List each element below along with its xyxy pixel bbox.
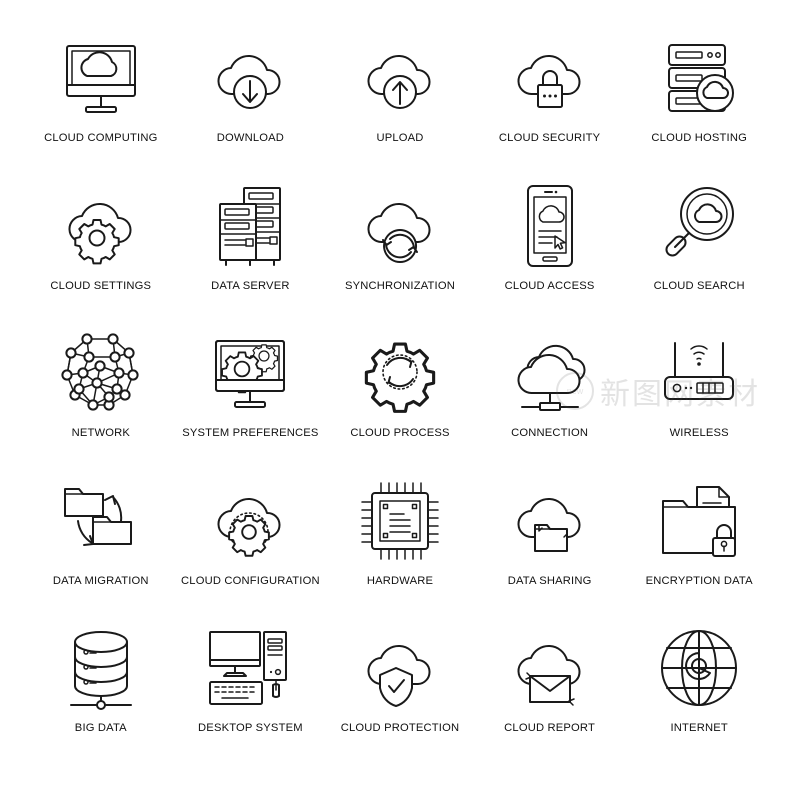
icon-label: DATA SERVER	[211, 279, 290, 292]
icon-cell-download[interactable]: DOWNLOAD	[176, 26, 326, 174]
icon-grid: CLOUD COMPUTING DOWNLOAD UPLOAD CLOUD SE…	[0, 0, 800, 800]
cloud-padlock-icon	[502, 30, 598, 126]
monitor-cloud-icon	[53, 30, 149, 126]
icon-cell-cloud-process[interactable]: CLOUD PROCESS	[325, 321, 475, 469]
icon-label: CONNECTION	[511, 427, 589, 440]
icon-cell-cloud-hosting[interactable]: CLOUD HOSTING	[624, 26, 774, 174]
icon-label: CLOUD ACCESS	[504, 279, 595, 292]
icon-label: DATA MIGRATION	[52, 574, 149, 587]
icon-cell-encryption-data[interactable]: ENCRYPTION DATA	[624, 469, 774, 617]
icon-cell-cloud-configuration[interactable]: CLOUD CONFIGURATION	[176, 469, 326, 617]
icon-cell-connection[interactable]: CONNECTION	[475, 321, 625, 469]
icon-label: CLOUD COMPUTING	[44, 132, 158, 144]
cloud-network-plug-icon	[502, 325, 598, 421]
icon-label: ENCRYPTION DATA	[645, 574, 753, 587]
cloud-envelope-icon	[502, 620, 598, 716]
desktop-tower-keyboard-icon	[202, 620, 298, 716]
icon-cell-cloud-search[interactable]: CLOUD SEARCH	[624, 174, 774, 322]
icon-cell-big-data[interactable]: BIG DATA	[26, 616, 176, 764]
icon-label: CLOUD CONFIGURATION	[181, 574, 320, 587]
smartphone-cloud-icon	[502, 178, 598, 274]
icon-cell-cloud-computing[interactable]: CLOUD COMPUTING	[26, 26, 176, 174]
icon-label: DOWNLOAD	[216, 132, 285, 144]
icon-cell-data-sharing[interactable]: DATA SHARING	[475, 469, 625, 617]
icon-label: CLOUD PROCESS	[350, 427, 450, 440]
server-rack-cloud-icon	[651, 30, 747, 126]
magnifier-cloud-icon	[651, 178, 747, 274]
cloud-shield-check-icon	[352, 620, 448, 716]
folders-transfer-icon	[53, 473, 149, 569]
icon-cell-data-server[interactable]: DATA SERVER	[176, 174, 326, 322]
cloud-download-arrow-icon	[202, 30, 298, 126]
icon-cell-cloud-settings[interactable]: CLOUD SETTINGS	[26, 174, 176, 322]
cpu-chip-icon	[352, 473, 448, 569]
network-nodes-sphere-icon	[53, 325, 149, 421]
icon-cell-cloud-protection[interactable]: CLOUD PROTECTION	[325, 616, 475, 764]
cloud-gear-icon	[53, 178, 149, 274]
icon-cell-system-preferences[interactable]: SYSTEM PREFERENCES	[176, 321, 326, 469]
icon-label: CLOUD HOSTING	[651, 132, 747, 144]
icon-cell-wireless[interactable]: WIRELESS	[624, 321, 774, 469]
wifi-router-icon	[651, 325, 747, 421]
icon-label: CLOUD REPORT	[504, 722, 596, 735]
icon-label: CLOUD SETTINGS	[50, 279, 152, 292]
icon-label: DESKTOP SYSTEM	[198, 722, 303, 735]
icon-label: CLOUD SEARCH	[653, 279, 745, 292]
icon-cell-synchronization[interactable]: SYNCHRONIZATION	[325, 174, 475, 322]
icon-cell-cloud-security[interactable]: CLOUD SECURITY	[475, 26, 625, 174]
icon-cell-internet[interactable]: INTERNET	[624, 616, 774, 764]
icon-label: CLOUD PROTECTION	[340, 722, 460, 735]
icon-cell-data-migration[interactable]: DATA MIGRATION	[26, 469, 176, 617]
cloud-upload-arrow-icon	[352, 30, 448, 126]
database-stack-icon	[53, 620, 149, 716]
icon-label: SYNCHRONIZATION	[344, 279, 455, 292]
icon-cell-cloud-access[interactable]: CLOUD ACCESS	[475, 174, 625, 322]
gear-refresh-icon	[352, 325, 448, 421]
cloud-sync-arrows-icon	[352, 178, 448, 274]
folder-document-lock-icon	[651, 473, 747, 569]
icon-label: NETWORK	[71, 427, 131, 440]
cloud-folder-share-icon	[502, 473, 598, 569]
icon-cell-network[interactable]: NETWORK	[26, 321, 176, 469]
icon-label: SYSTEM PREFERENCES	[182, 427, 319, 440]
server-towers-icon	[202, 178, 298, 274]
icon-label: BIG DATA	[74, 722, 127, 735]
icon-label: DATA SHARING	[507, 574, 592, 587]
icon-cell-upload[interactable]: UPLOAD	[325, 26, 475, 174]
icon-label: HARDWARE	[366, 574, 434, 587]
icon-label: INTERNET	[670, 722, 728, 735]
monitor-gears-icon	[202, 325, 298, 421]
icon-label: UPLOAD	[376, 132, 424, 144]
icon-cell-desktop-system[interactable]: DESKTOP SYSTEM	[176, 616, 326, 764]
icon-cell-hardware[interactable]: HARDWARE	[325, 469, 475, 617]
icon-label: CLOUD SECURITY	[498, 132, 601, 144]
cloud-cog-dotted-icon	[202, 473, 298, 569]
globe-grid-icon	[651, 620, 747, 716]
icon-cell-cloud-report[interactable]: CLOUD REPORT	[475, 616, 625, 764]
icon-label: WIRELESS	[669, 427, 729, 440]
